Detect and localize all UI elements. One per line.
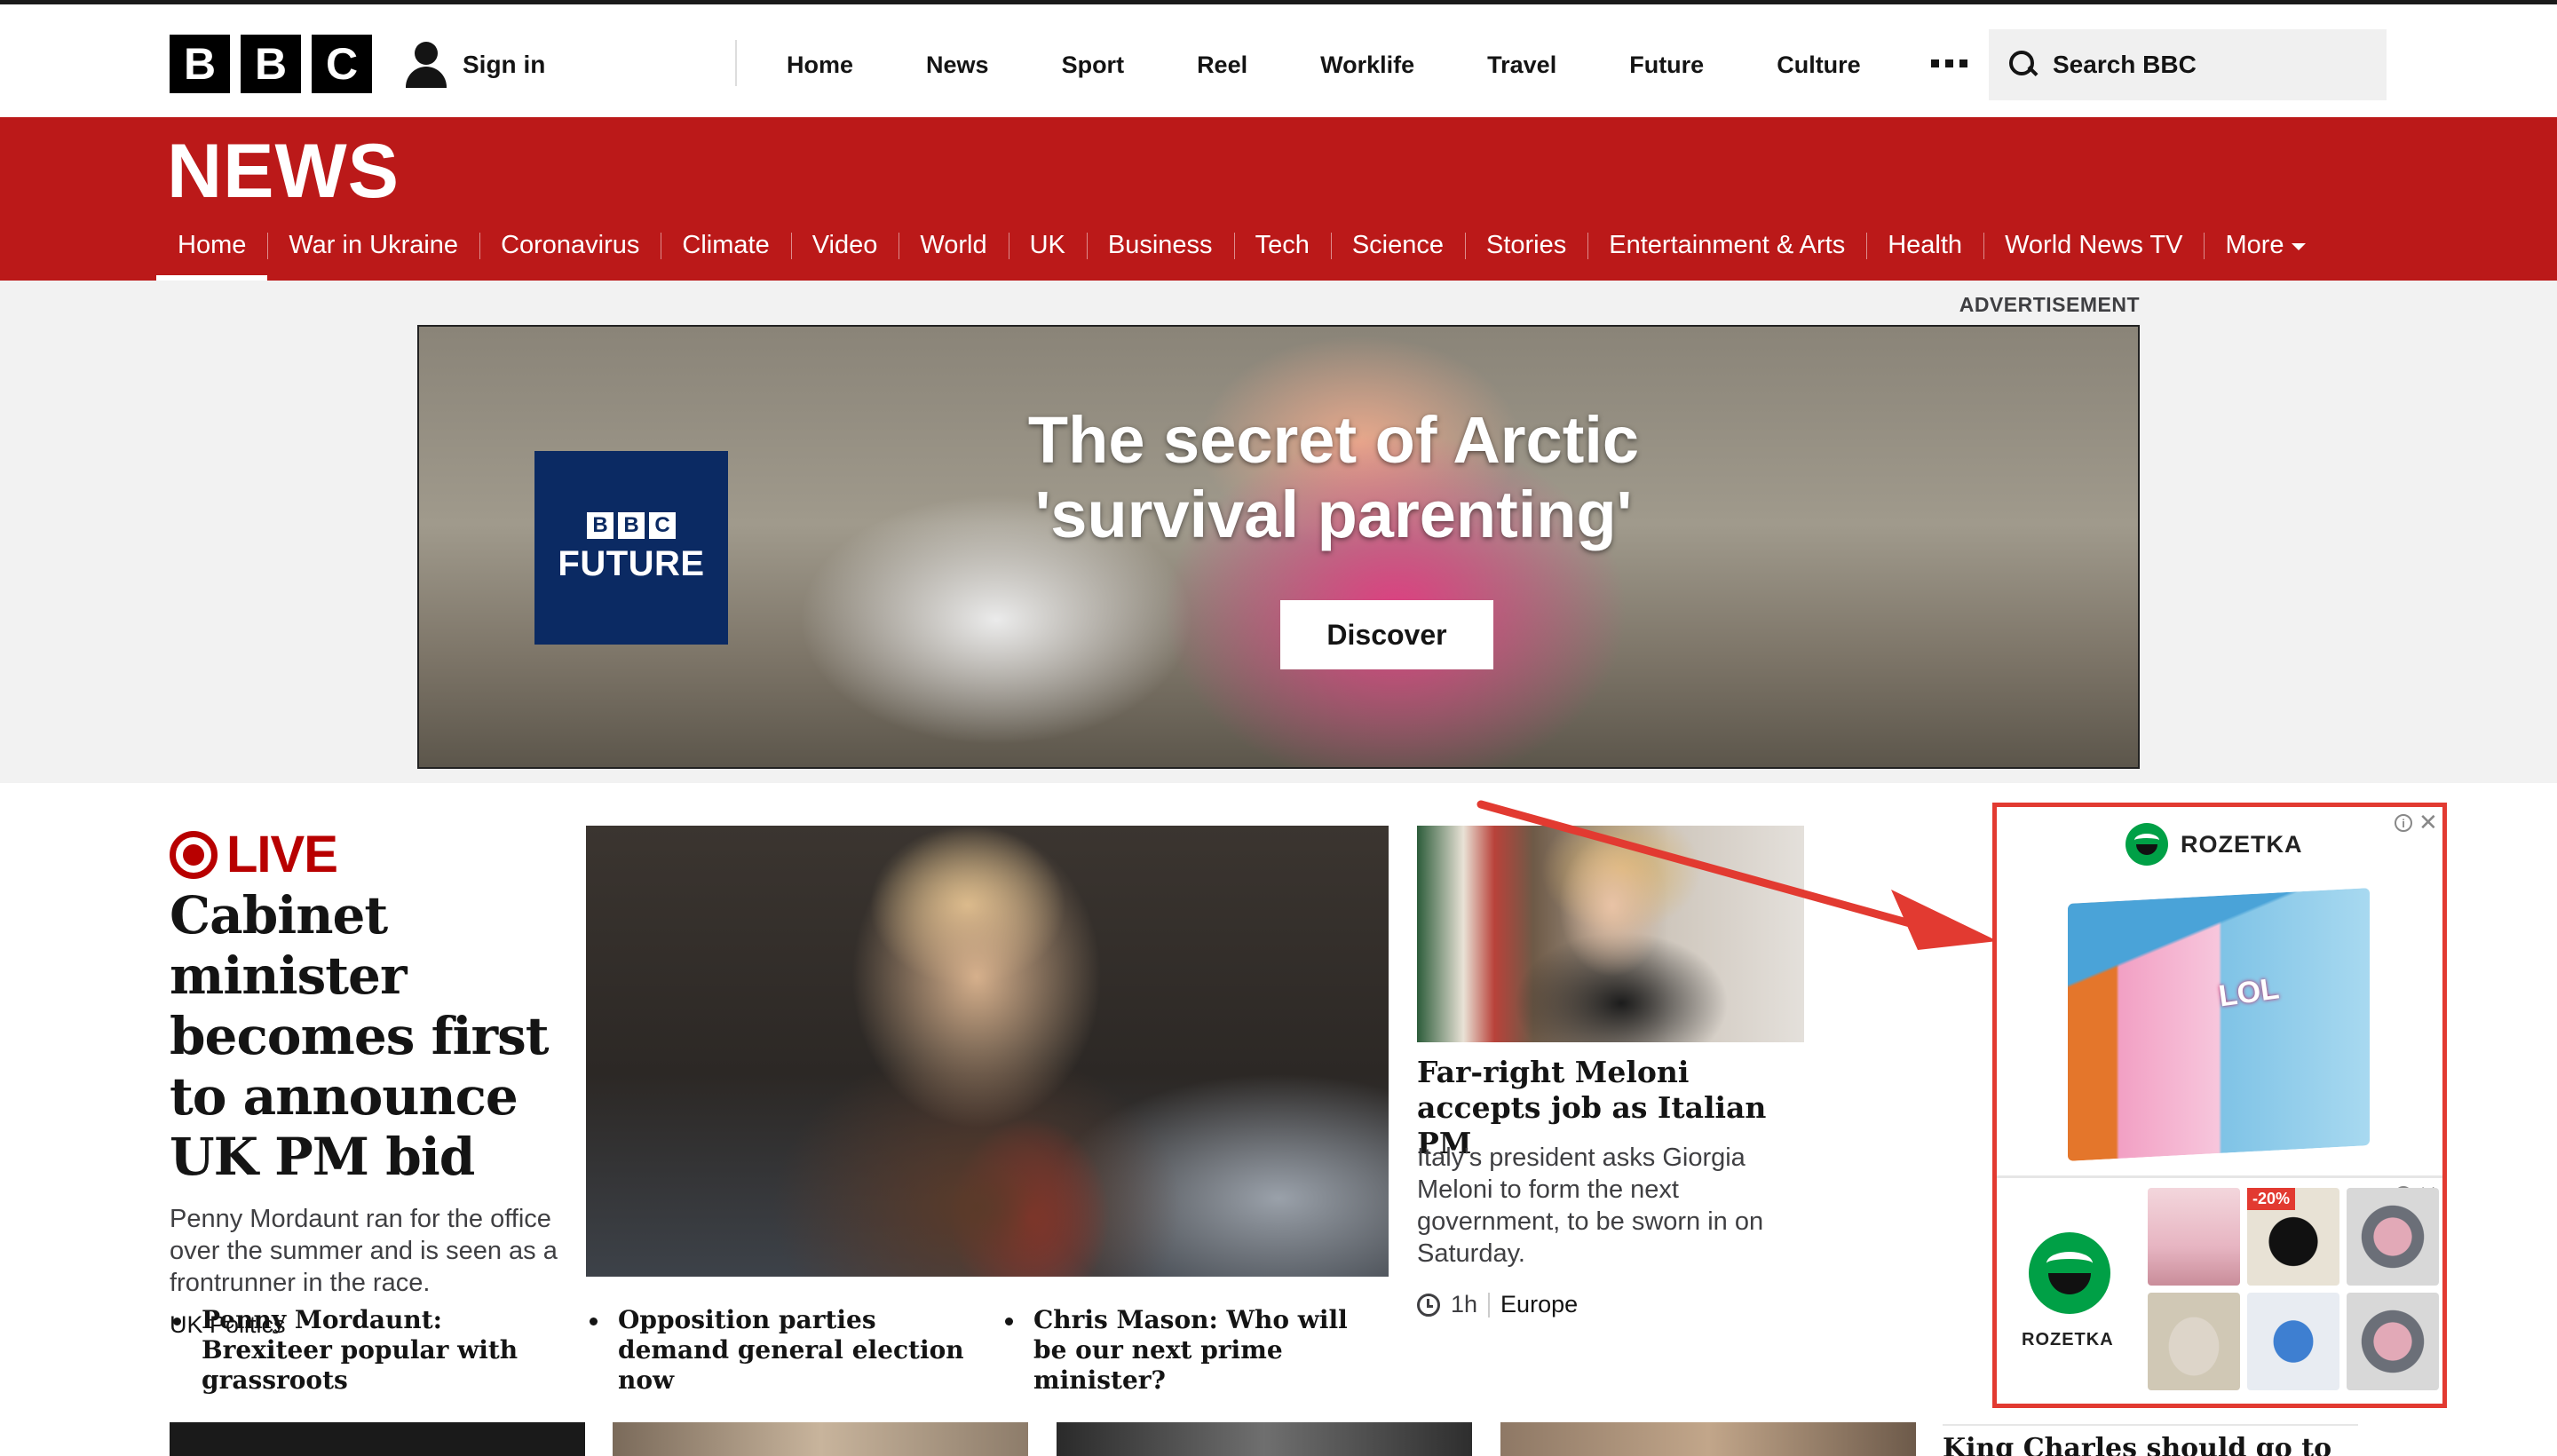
news-logo[interactable]: NEWS: [167, 128, 400, 216]
news-nav-video[interactable]: Video: [790, 210, 899, 281]
future-bbc-letter: C: [649, 511, 676, 539]
story-headline[interactable]: King Charles should go to: [1943, 1433, 2331, 1456]
news-nav-stories[interactable]: Stories: [1465, 210, 1587, 281]
ad-info-icon[interactable]: i: [2395, 814, 2412, 832]
live-label: LIVE: [226, 826, 338, 883]
future-wordmark: FUTURE: [558, 543, 705, 583]
rozetka-brand-label: ROZETKA: [2022, 1330, 2114, 1349]
lead-story[interactable]: LIVE Cabinet minister becomes first to a…: [170, 824, 560, 1339]
product-grid: -20%: [2148, 1188, 2439, 1390]
bbc-logo-letter: B: [170, 35, 230, 93]
story-thumbnail[interactable]: [613, 1422, 1028, 1456]
more-dot: [1930, 59, 1939, 67]
rozetka-logo-icon: [2126, 823, 2168, 866]
future-bbc-letter: B: [618, 511, 645, 539]
ad-close-icon[interactable]: ✕: [2418, 809, 2438, 836]
news-nav-world-news-tv[interactable]: World News TV: [1983, 210, 2204, 281]
lead-story-image[interactable]: [586, 826, 1389, 1277]
bbc-logo-letter: B: [241, 35, 301, 93]
story-thumbnail[interactable]: [1500, 1422, 1916, 1456]
news-nav-business[interactable]: Business: [1086, 210, 1234, 281]
live-icon: [170, 831, 218, 879]
sign-in-link[interactable]: Sign in: [404, 40, 545, 90]
news-nav-climate[interactable]: Climate: [661, 210, 790, 281]
news-nav-home[interactable]: Home: [156, 210, 268, 281]
product-tile[interactable]: -20%: [2247, 1188, 2339, 1286]
side-story-summary: Italy's president asks Giorgia Meloni to…: [1417, 1143, 1764, 1268]
rozetka-logo-icon: [2029, 1232, 2110, 1314]
rozetka-brand-label: ROZETKA: [2181, 830, 2303, 858]
bottom-divider: [1943, 1424, 2358, 1426]
news-nav-war-in-ukraine[interactable]: War in Ukraine: [267, 210, 479, 281]
discount-badge: -20%: [2247, 1188, 2296, 1210]
toy-box-image[interactable]: [2068, 888, 2370, 1161]
advert-headline: The secret of Arctic 'survival parenting…: [1027, 403, 1640, 551]
rozetka-advert[interactable]: i ✕ ROZETKA LOL i ✕ ROZETKA -20%: [1992, 803, 2447, 1408]
bbc-global-nav: Home News Sport Reel Worklife Travel Fut…: [750, 4, 2001, 122]
rozetka-ad-bottom[interactable]: i ✕ ROZETKA -20%: [1997, 1181, 2442, 1404]
sign-in-label: Sign in: [463, 51, 546, 78]
side-story-time: 1h: [1451, 1291, 1478, 1318]
related-link[interactable]: Penny Mordaunt: Brexiteer popular with g…: [170, 1305, 551, 1396]
bbc-logo-letter: C: [312, 35, 372, 93]
bbc-logo[interactable]: B B C: [170, 35, 372, 93]
header-divider: [735, 40, 737, 86]
discover-button[interactable]: Discover: [1280, 600, 1493, 669]
clock-icon: [1417, 1293, 1440, 1317]
news-nav-world[interactable]: World: [899, 210, 1008, 281]
product-tile[interactable]: [2247, 1293, 2339, 1390]
news-nav-uk[interactable]: UK: [1008, 210, 1087, 281]
future-bbc-letters: B B C: [587, 511, 676, 539]
news-nav: Home War in Ukraine Coronavirus Climate …: [156, 210, 2327, 281]
search-placeholder: Search BBC: [2053, 51, 2197, 78]
news-nav-more[interactable]: More: [2204, 210, 2326, 281]
news-header: NEWS Home War in Ukraine Coronavirus Cli…: [0, 117, 2557, 281]
related-link[interactable]: Chris Mason: Who will be our next prime …: [1001, 1305, 1383, 1396]
caret-down-icon: [2291, 243, 2306, 250]
news-nav-tech[interactable]: Tech: [1233, 210, 1331, 281]
search-icon: [2008, 50, 2038, 80]
annotation-arrow: [1476, 800, 1998, 950]
news-nav-entertainment-arts[interactable]: Entertainment & Arts: [1587, 210, 1866, 281]
news-nav-health[interactable]: Health: [1866, 210, 1983, 281]
global-nav-reel[interactable]: Reel: [1160, 4, 1284, 122]
story-thumbnail[interactable]: [1057, 1422, 1472, 1456]
side-story-meta: 1h Europe: [1417, 1291, 1578, 1318]
advertisement-label: ADVERTISEMENT: [1959, 293, 2140, 316]
rozetka-brand: ROZETKA: [2126, 823, 2303, 866]
advert-band: ADVERTISEMENT B B C FUTURE The secret of…: [0, 281, 2557, 783]
product-tile[interactable]: [2347, 1293, 2439, 1390]
global-nav-news[interactable]: News: [890, 4, 1025, 122]
rozetka-ad-top[interactable]: i ✕ ROZETKA LOL: [1997, 807, 2442, 1178]
lead-story-summary: Penny Mordaunt ran for the office over t…: [170, 1205, 558, 1297]
more-menu-icon[interactable]: [1897, 4, 2001, 122]
product-tile[interactable]: [2148, 1188, 2240, 1286]
bbc-future-logo: B B C FUTURE: [534, 451, 728, 645]
meta-divider: [1488, 1292, 1491, 1318]
story-thumbnail[interactable]: [170, 1422, 585, 1456]
news-nav-coronavirus[interactable]: Coronavirus: [479, 210, 661, 281]
product-tile[interactable]: [2347, 1188, 2439, 1286]
global-nav-sport[interactable]: Sport: [1025, 4, 1161, 122]
more-dot: [1944, 59, 1953, 67]
global-nav-home[interactable]: Home: [750, 4, 890, 122]
global-nav-culture[interactable]: Culture: [1740, 4, 1897, 122]
bbc-global-header: B B C Sign in Home News Sport Reel Workl…: [0, 0, 2557, 117]
global-nav-travel[interactable]: Travel: [1451, 4, 1593, 122]
side-story-region[interactable]: Europe: [1500, 1291, 1578, 1318]
news-nav-more-label: More: [2225, 230, 2284, 259]
global-nav-worklife[interactable]: Worklife: [1284, 4, 1451, 122]
global-nav-future[interactable]: Future: [1593, 4, 1740, 122]
related-link[interactable]: Opposition parties demand general electi…: [586, 1305, 968, 1396]
product-tile[interactable]: [2148, 1293, 2240, 1390]
future-bbc-letter: B: [587, 511, 614, 539]
more-dot: [1959, 59, 1967, 67]
news-nav-science[interactable]: Science: [1330, 210, 1465, 281]
bbc-future-advert[interactable]: B B C FUTURE The secret of Arctic 'survi…: [417, 325, 2140, 769]
lead-title-text: Cabinet minister becomes first to announ…: [170, 885, 550, 1187]
lead-story-title[interactable]: LIVE Cabinet minister becomes first to a…: [170, 824, 560, 1187]
search-bbc-input[interactable]: Search BBC: [1989, 29, 2387, 100]
user-icon: [404, 40, 448, 90]
